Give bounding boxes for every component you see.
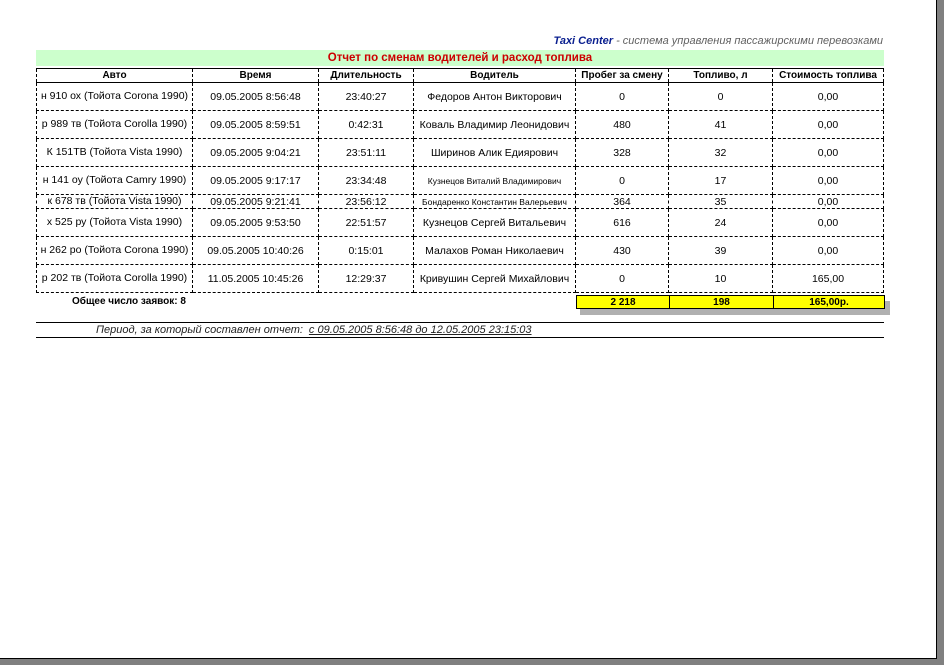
cell-time: 09.05.2005 8:59:51 [192,110,319,139]
cell-time: 09.05.2005 10:40:26 [192,236,319,265]
cell-fuel: 41 [668,110,773,139]
page-shadow-right [937,6,944,665]
cell-driver: Коваль Владимир Леонидович [413,110,576,139]
cell-duration: 23:51:11 [318,138,414,167]
cell-mileage: 0 [575,82,669,111]
cell-driver: Малахов Роман Николаевич [413,236,576,265]
cell-time: 09.05.2005 9:21:41 [192,194,319,209]
cell-duration: 23:56:12 [318,194,414,209]
brand-name: Taxi Center [553,35,614,47]
cell-cost: 0,00 [772,166,884,195]
cell-fuel: 24 [668,208,773,237]
cell-driver: Бондаренко Константин Валерьевич [413,194,576,209]
cell-driver: Кузнецов Виталий Владимирович [413,166,576,195]
col-header-time: Время [192,68,319,83]
table-row: к 678 тв (Тойота Vista 1990) 09.05.2005 … [36,194,884,209]
cell-time: 09.05.2005 9:53:50 [192,208,319,237]
cell-auto: х 525 ру (Тойота Vista 1990) [36,208,193,237]
cell-duration: 0:42:31 [318,110,414,139]
col-header-cost: Стоимость топлива [772,68,884,83]
cell-time: 09.05.2005 8:56:48 [192,82,319,111]
request-count-label: Общее число заявок: 8 [72,296,186,307]
total-mileage: 2 218 [576,295,670,309]
cell-duration: 0:15:01 [318,236,414,265]
cell-fuel: 17 [668,166,773,195]
table-header-row: Авто Время Длительность Водитель Пробег … [36,68,884,83]
col-header-driver: Водитель [413,68,576,83]
table-row: х 525 ру (Тойота Vista 1990) 09.05.2005 … [36,208,884,237]
cell-driver: Федоров Антон Викторович [413,82,576,111]
report-page: Taxi Center - система управления пассажи… [0,0,937,659]
cell-time: 11.05.2005 10:45:26 [192,264,319,293]
cell-fuel: 0 [668,82,773,111]
totals-row: 2 218 198 165,00р. [576,295,885,309]
cell-mileage: 0 [575,166,669,195]
table-row: К 151ТВ (Тойота Vista 1990) 09.05.2005 9… [36,138,884,167]
cell-mileage: 430 [575,236,669,265]
cell-fuel: 35 [668,194,773,209]
table-row: н 910 ох (Тойота Corona 1990) 09.05.2005… [36,82,884,111]
col-header-mileage: Пробег за смену [575,68,669,83]
cell-cost: 0,00 [772,138,884,167]
cell-auto: р 989 тв (Тойота Corolla 1990) [36,110,193,139]
cell-driver: Кривушин Сергей Михайлович [413,264,576,293]
cell-auto: к 678 тв (Тойота Vista 1990) [36,194,193,209]
table-row: н 141 оу (Тойота Camry 1990) 09.05.2005 … [36,166,884,195]
cell-fuel: 10 [668,264,773,293]
cell-duration: 23:34:48 [318,166,414,195]
cell-time: 09.05.2005 9:04:21 [192,138,319,167]
shift-table: Авто Время Длительность Водитель Пробег … [36,68,884,293]
cell-auto: н 141 оу (Тойота Camry 1990) [36,166,193,195]
total-fuel: 198 [669,295,774,309]
cell-duration: 12:29:37 [318,264,414,293]
cell-auto: К 151ТВ (Тойота Vista 1990) [36,138,193,167]
brand-tagline: - система управления пассажирскими перев… [613,35,883,47]
period-separator-top [36,322,884,323]
cell-cost: 0,00 [772,236,884,265]
cell-mileage: 0 [575,264,669,293]
cell-mileage: 364 [575,194,669,209]
cell-mileage: 480 [575,110,669,139]
cell-driver: Кузнецов Сергей Витальевич [413,208,576,237]
cell-auto: р 202 тв (Тойота Corolla 1990) [36,264,193,293]
col-header-duration: Длительность [318,68,414,83]
cell-mileage: 328 [575,138,669,167]
cell-auto: н 910 ох (Тойота Corona 1990) [36,82,193,111]
cell-cost: 0,00 [772,82,884,111]
page-shadow-bottom [6,659,944,665]
period-separator-bottom [36,337,884,338]
cell-mileage: 616 [575,208,669,237]
cell-fuel: 39 [668,236,773,265]
cell-cost: 165,00 [772,264,884,293]
table-row: р 202 тв (Тойота Corolla 1990) 11.05.200… [36,264,884,293]
cell-duration: 23:40:27 [318,82,414,111]
report-period: Период, за который составлен отчет: с 09.… [96,324,532,336]
col-header-auto: Авто [36,68,193,83]
cell-driver: Ширинов Алик Едиярович [413,138,576,167]
total-cost: 165,00р. [773,295,885,309]
cell-cost: 0,00 [772,110,884,139]
cell-time: 09.05.2005 9:17:17 [192,166,319,195]
period-value: с 09.05.2005 8:56:48 до 12.05.2005 23:15… [308,324,532,336]
report-title: Отчет по сменам водителей и расход топли… [36,50,884,66]
table-row: р 989 тв (Тойота Corolla 1990) 09.05.200… [36,110,884,139]
col-header-fuel: Топливо, л [668,68,773,83]
table-row: н 262 ро (Тойота Corona 1990) 09.05.2005… [36,236,884,265]
cell-duration: 22:51:57 [318,208,414,237]
period-label: Период, за который составлен отчет: [96,324,303,336]
cell-cost: 0,00 [772,194,884,209]
cell-auto: н 262 ро (Тойота Corona 1990) [36,236,193,265]
cell-fuel: 32 [668,138,773,167]
report-header: Taxi Center - система управления пассажи… [36,35,883,47]
cell-cost: 0,00 [772,208,884,237]
